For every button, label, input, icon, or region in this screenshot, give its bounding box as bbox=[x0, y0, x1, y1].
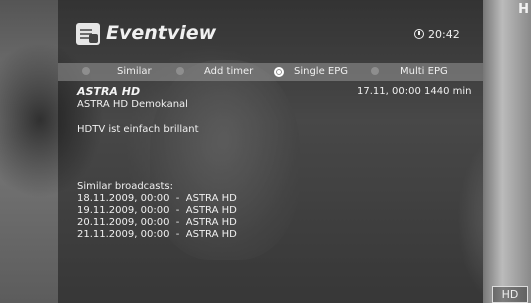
event-details: ASTRA HD 17.11, 00:00 1440 min ASTRA HD … bbox=[58, 81, 483, 303]
clock: 20:42 bbox=[414, 28, 460, 41]
eventview-header: Eventview 20:42 bbox=[58, 0, 483, 60]
button-dot-icon bbox=[274, 67, 284, 77]
event-channel: ASTRA HD bbox=[77, 85, 141, 98]
button-dot-icon bbox=[371, 67, 379, 75]
list-item[interactable]: 19.11.2009, 00:00 - ASTRA HD bbox=[77, 205, 237, 217]
page-title: Eventview bbox=[106, 22, 217, 44]
add-timer-button[interactable]: Add timer bbox=[176, 63, 276, 81]
event-description: HDTV ist einfach brillant bbox=[77, 124, 199, 135]
tv-picture-corner-text: H bbox=[518, 2, 529, 17]
hd-logo: HD bbox=[492, 286, 528, 303]
multi-epg-button-label: Multi EPG bbox=[400, 66, 448, 77]
event-duration: 1440 min bbox=[424, 86, 472, 97]
similar-broadcasts-list: 18.11.2009, 00:00 - ASTRA HD 19.11.2009,… bbox=[77, 193, 237, 241]
single-epg-button[interactable]: Single EPG bbox=[274, 63, 374, 81]
clock-time: 20:42 bbox=[428, 28, 460, 41]
color-button-bar: Similar Add timer Single EPG Multi EPG bbox=[58, 63, 483, 81]
list-item[interactable]: 20.11.2009, 00:00 - ASTRA HD bbox=[77, 217, 237, 229]
similar-button-label: Similar bbox=[117, 66, 152, 77]
button-dot-icon bbox=[82, 67, 90, 75]
clock-icon bbox=[414, 29, 424, 39]
epg-icon bbox=[76, 23, 100, 45]
multi-epg-button[interactable]: Multi EPG bbox=[371, 63, 471, 81]
similar-broadcasts-heading: Similar broadcasts: bbox=[77, 181, 174, 192]
single-epg-button-label: Single EPG bbox=[294, 66, 349, 77]
list-item[interactable]: 21.11.2009, 00:00 - ASTRA HD bbox=[77, 229, 237, 241]
button-dot-icon bbox=[176, 67, 184, 75]
eventview-panel: Eventview 20:42 Similar Add timer Single… bbox=[58, 0, 483, 303]
list-item[interactable]: 18.11.2009, 00:00 - ASTRA HD bbox=[77, 193, 237, 205]
similar-button[interactable]: Similar bbox=[82, 63, 172, 81]
event-date: 17.11, 00:00 bbox=[357, 86, 421, 97]
event-subtitle: ASTRA HD Demokanal bbox=[77, 99, 188, 110]
tv-picture-right-edge bbox=[483, 0, 531, 303]
add-timer-button-label: Add timer bbox=[204, 66, 254, 77]
